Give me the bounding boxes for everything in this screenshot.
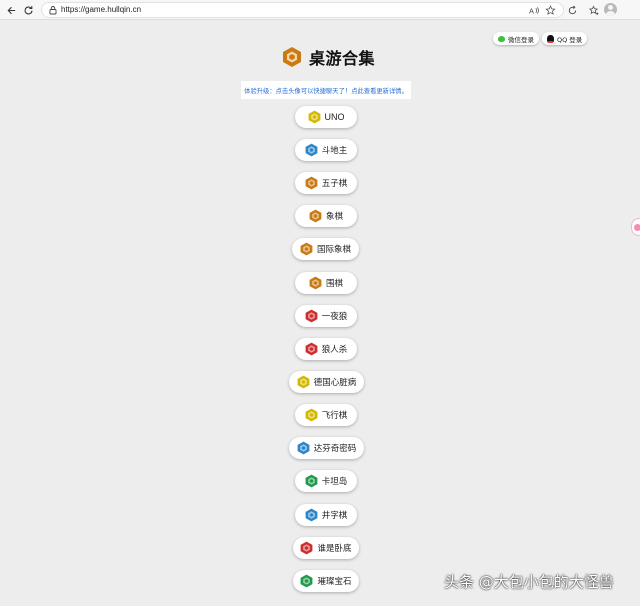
hexagon-game-icon — [305, 408, 318, 422]
game-label: 卡坦岛 — [321, 477, 348, 487]
game-label: 德国心脏病 — [313, 378, 357, 388]
game-label: 谁是卧底 — [317, 544, 352, 554]
refresh-icon[interactable] — [20, 2, 36, 18]
flower-icon — [634, 223, 640, 231]
page-title: 桌游合集 — [309, 49, 376, 68]
game-label: 狼人杀 — [321, 345, 348, 355]
hexagon-game-icon — [305, 508, 318, 522]
read-aloud-icon[interactable]: A — [528, 4, 540, 16]
hexagon-game-icon — [309, 209, 322, 223]
game-button[interactable]: 国际象棋 — [292, 238, 359, 260]
game-label: 围棋 — [325, 279, 343, 289]
hexagon-game-icon — [305, 143, 318, 157]
game-label: 井字棋 — [321, 511, 348, 521]
game-button[interactable]: 卡坦岛 — [295, 470, 357, 492]
game-label: 一夜狼 — [321, 312, 348, 322]
wechat-icon — [498, 35, 505, 42]
game-button[interactable]: 一夜狼 — [295, 305, 357, 327]
url-text[interactable]: https://game.hullqin.cn — [61, 4, 141, 16]
hexagon-game-icon — [309, 276, 322, 290]
wechat-login-button[interactable]: 微信登录 — [493, 32, 539, 45]
hexagon-logo-icon — [283, 47, 301, 67]
collections-icon[interactable] — [585, 2, 601, 18]
hexagon-game-icon — [297, 441, 310, 455]
watermark-text: 头条 @大包小包的大怪兽 — [444, 573, 614, 591]
hexagon-game-icon — [297, 375, 310, 389]
hexagon-game-icon — [300, 242, 313, 256]
hexagon-game-icon — [305, 342, 318, 356]
qq-icon — [547, 34, 554, 43]
qq-login-label: QQ 登录 — [557, 35, 583, 44]
game-label: 五子棋 — [321, 179, 348, 189]
qq-login-button[interactable]: QQ 登录 — [542, 32, 588, 45]
game-button[interactable]: 璀璨宝石 — [293, 570, 359, 592]
game-label: 国际象棋 — [316, 245, 351, 255]
game-button[interactable]: 井字棋 — [295, 504, 357, 526]
address-bar[interactable]: https://game.hullqin.cn A — [41, 2, 564, 18]
game-label: 象棋 — [325, 212, 343, 222]
hexagon-game-icon — [308, 110, 320, 124]
update-notice-link[interactable]: 体验升级：点击头像可以快捷聊天了！点此查看更新详情。 — [241, 81, 411, 99]
game-label: 达芬奇密码 — [313, 444, 357, 454]
back-icon[interactable] — [3, 2, 19, 18]
lock-icon[interactable] — [48, 5, 58, 15]
game-button[interactable]: 狼人杀 — [295, 338, 357, 360]
game-button[interactable]: UNO — [295, 106, 357, 128]
wechat-login-label: 微信登录 — [508, 35, 534, 44]
game-button[interactable]: 围棋 — [295, 272, 357, 294]
svg-text:A: A — [529, 6, 534, 15]
side-assistant-handle[interactable] — [631, 218, 640, 236]
game-button[interactable]: 德国心脏病 — [289, 371, 364, 393]
browser-toolbar: https://game.hullqin.cn A — [0, 0, 640, 20]
profile-avatar[interactable] — [604, 3, 617, 16]
game-label: 斗地主 — [321, 146, 348, 156]
hexagon-game-icon — [305, 309, 318, 323]
page-header: 桌游合集 — [282, 45, 375, 69]
game-label: 璀璨宝石 — [317, 577, 352, 587]
game-label: 飞行棋 — [321, 411, 348, 421]
hexagon-game-icon — [301, 574, 313, 588]
game-button[interactable]: 斗地主 — [295, 139, 357, 161]
favorite-icon[interactable] — [544, 4, 556, 16]
hexagon-game-icon — [305, 474, 318, 488]
game-button[interactable]: 谁是卧底 — [293, 537, 359, 559]
refresh-extension-icon[interactable] — [564, 2, 580, 18]
hexagon-game-icon — [305, 176, 318, 190]
game-button[interactable]: 五子棋 — [295, 172, 357, 194]
game-button[interactable]: 象棋 — [295, 205, 357, 227]
game-button[interactable]: 飞行棋 — [295, 404, 357, 426]
game-label: UNO — [324, 112, 345, 122]
hexagon-game-icon — [301, 541, 313, 555]
game-button[interactable]: 达芬奇密码 — [289, 437, 364, 459]
